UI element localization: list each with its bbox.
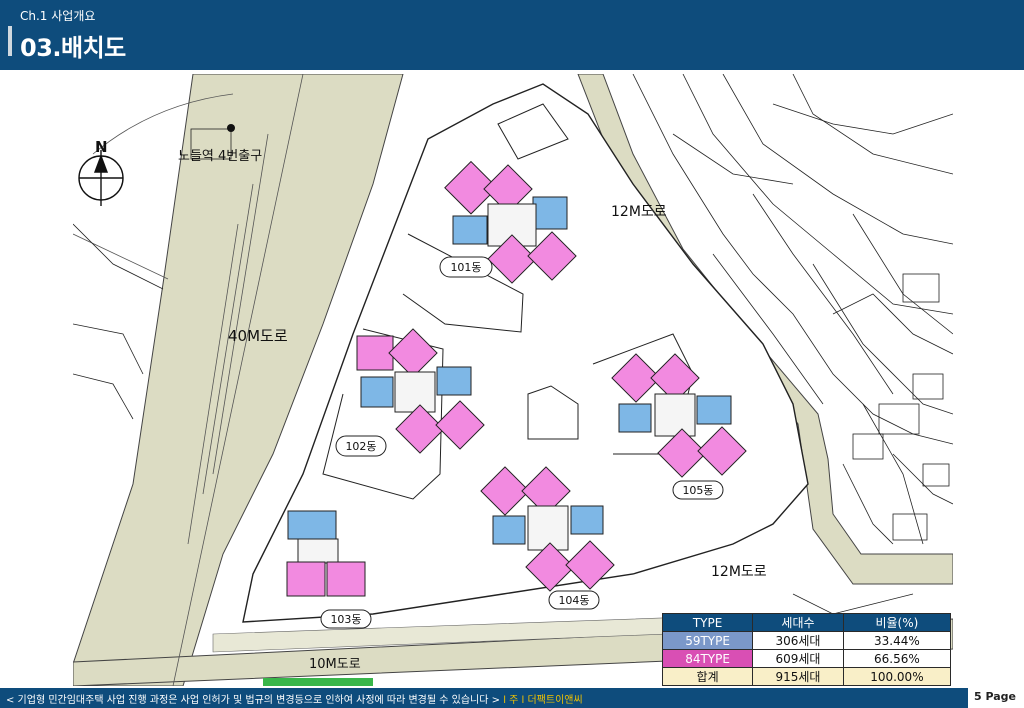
type-59-cell: 59TYPE bbox=[661, 631, 754, 650]
total-label-cell: 합계 bbox=[661, 667, 754, 686]
building-105-label: 105동 bbox=[682, 484, 713, 497]
green-strip bbox=[263, 678, 373, 686]
building-102-label: 102동 bbox=[345, 440, 376, 453]
page-number: 5 Page bbox=[973, 690, 1016, 703]
site-plan-map: N 노들역 4번출구 40M도로 12M도로 12M도로 10M도로 101동 … bbox=[73, 74, 953, 686]
table-row: 59TYPE 306세대 33.44% bbox=[661, 631, 952, 650]
ratio-59-cell: 33.44% bbox=[842, 631, 952, 650]
table-header-ratio: 비율(%) bbox=[842, 613, 952, 632]
label-10m-road: 10M도로 bbox=[309, 657, 361, 672]
table-header-row: TYPE 세대수 비율(%) bbox=[661, 613, 952, 632]
footer-company: l 주 l 더팩트이앤씨 bbox=[503, 695, 583, 706]
header-accent bbox=[8, 26, 12, 56]
label-12m-road-north: 12M도로 bbox=[611, 204, 667, 220]
chapter-label: Ch.1 사업개요 bbox=[20, 9, 96, 23]
footer-note: < 기업형 민간임대주택 사업 진행 과정은 사업 인허가 및 법규의 변경등으… bbox=[6, 691, 583, 706]
table-row: 84TYPE 609세대 66.56% bbox=[661, 649, 952, 668]
footer-bar: < 기업형 민간임대주택 사업 진행 과정은 사업 인허가 및 법규의 변경등으… bbox=[0, 688, 968, 708]
label-station-exit: 노들역 4번출구 bbox=[178, 149, 262, 164]
table-header-type: TYPE bbox=[661, 613, 754, 632]
header-bar: Ch.1 사업개요 03.배치도 bbox=[0, 0, 1024, 70]
building-104-label: 104동 bbox=[558, 594, 589, 607]
building-103-label: 103동 bbox=[330, 613, 361, 626]
ratio-84-cell: 66.56% bbox=[842, 649, 952, 668]
units-84-cell: 609세대 bbox=[752, 649, 844, 668]
type-84-cell: 84TYPE bbox=[661, 649, 754, 668]
table-header-units: 세대수 bbox=[752, 613, 844, 632]
total-units-cell: 915세대 bbox=[752, 667, 844, 686]
building-101-label: 101동 bbox=[450, 261, 481, 274]
north-label: N bbox=[95, 138, 108, 156]
total-ratio-cell: 100.00% bbox=[842, 667, 952, 686]
station-exit-icon bbox=[227, 124, 235, 132]
unit-type-table: TYPE 세대수 비율(%) 59TYPE 306세대 33.44% 84TYP… bbox=[661, 613, 952, 686]
north-arrow-icon bbox=[78, 150, 124, 206]
page-title: 03.배치도 bbox=[20, 34, 126, 62]
table-row-total: 합계 915세대 100.00% bbox=[661, 667, 952, 686]
label-40m-road: 40M도로 bbox=[228, 327, 288, 345]
footer-disclaimer: < 기업형 민간임대주택 사업 진행 과정은 사업 인허가 및 법규의 변경등으… bbox=[6, 695, 500, 706]
units-59-cell: 306세대 bbox=[752, 631, 844, 650]
label-12m-road-south: 12M도로 bbox=[711, 564, 767, 580]
